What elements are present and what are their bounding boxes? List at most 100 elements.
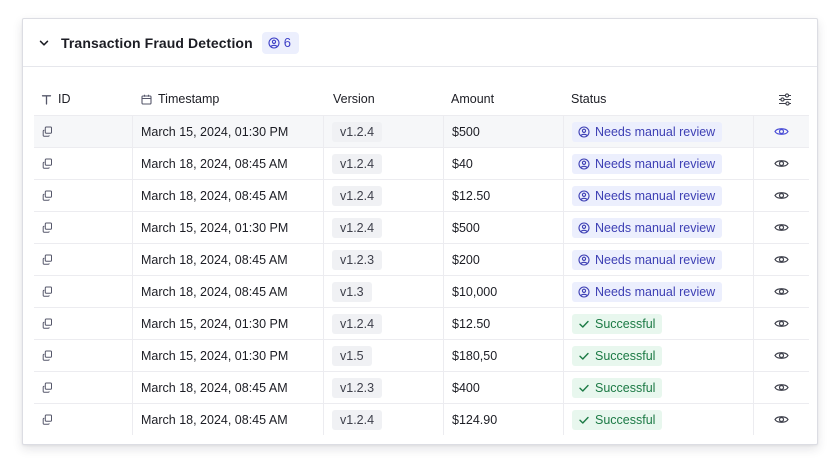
eye-icon[interactable]: [774, 286, 789, 297]
version-cell: v1.5: [324, 340, 444, 371]
table-row[interactable]: March 18, 2024, 08:45 AM v1.2.4 $12.50 Need…: [34, 179, 809, 211]
copy-icon[interactable]: [42, 254, 53, 265]
version-cell: v1.2.4: [324, 180, 444, 211]
status-cell: Needs manual review: [564, 116, 754, 147]
version-badge: v1.2.4: [332, 409, 383, 430]
status-label: Needs manual review: [595, 156, 716, 171]
action-cell: [754, 372, 809, 403]
amount-value: $40: [452, 156, 473, 171]
timestamp-cell: March 15, 2024, 01:30 PM: [133, 308, 324, 339]
column-header-status[interactable]: Status: [564, 83, 754, 115]
eye-icon[interactable]: [774, 318, 789, 329]
column-header-version[interactable]: Version: [324, 83, 444, 115]
status-badge: Needs manual review: [572, 281, 723, 302]
text-type-icon: [41, 94, 52, 105]
timestamp-value: March 18, 2024, 08:45 AM: [141, 412, 288, 427]
copy-icon[interactable]: [42, 126, 53, 137]
check-icon: [578, 382, 590, 394]
column-label-amount: Amount: [451, 92, 495, 106]
status-label: Needs manual review: [595, 124, 716, 139]
eye-icon[interactable]: [774, 254, 789, 265]
table-row[interactable]: March 18, 2024, 08:45 AM v1.2.3 $400 Succes…: [34, 371, 809, 403]
user-circle-icon: [578, 189, 590, 202]
table-row[interactable]: March 18, 2024, 08:45 AM v1.3 $10,000 Needs…: [34, 275, 809, 307]
status-cell: Successful: [564, 308, 754, 339]
status-label: Needs manual review: [595, 252, 716, 267]
timestamp-value: March 15, 2024, 01:30 PM: [141, 348, 289, 363]
check-icon: [578, 350, 590, 362]
action-cell: [754, 340, 809, 371]
status-badge: Needs manual review: [572, 153, 723, 174]
column-label-version: Version: [333, 92, 375, 106]
table-row[interactable]: March 15, 2024, 01:30 PM v1.2.4 $12.50 Succ…: [34, 307, 809, 339]
copy-icon[interactable]: [42, 318, 53, 329]
id-cell: [34, 340, 133, 371]
table-row[interactable]: March 18, 2024, 08:45 AM v1.2.4 $124.90 Suc…: [34, 403, 809, 435]
amount-value: $10,000: [452, 284, 498, 299]
version-cell: v1.2.4: [324, 212, 444, 243]
timestamp-cell: March 18, 2024, 08:45 AM: [133, 180, 324, 211]
status-cell: Successful: [564, 404, 754, 435]
id-cell: [34, 116, 133, 147]
timestamp-cell: March 15, 2024, 01:30 PM: [133, 340, 324, 371]
column-settings-button[interactable]: [754, 83, 809, 115]
copy-icon[interactable]: [42, 190, 53, 201]
copy-icon[interactable]: [42, 286, 53, 297]
timestamp-value: March 18, 2024, 08:45 AM: [141, 252, 288, 267]
user-circle-icon: [578, 221, 590, 234]
table-row[interactable]: March 18, 2024, 08:45 AM v1.2.3 $200 Needs …: [34, 243, 809, 275]
status-badge: Successful: [572, 377, 663, 398]
eye-icon[interactable]: [774, 158, 789, 169]
eye-icon[interactable]: [774, 190, 789, 201]
column-label-status: Status: [571, 92, 607, 106]
table-row[interactable]: March 15, 2024, 01:30 PM v1.2.4 $500 Needs …: [34, 211, 809, 243]
timestamp-cell: March 18, 2024, 08:45 AM: [133, 404, 324, 435]
eye-icon[interactable]: [774, 414, 789, 425]
copy-icon[interactable]: [42, 222, 53, 233]
sliders-icon: [778, 92, 792, 106]
version-badge: v1.2.3: [332, 377, 383, 398]
table-row[interactable]: March 15, 2024, 01:30 PM v1.2.4 $500 Needs …: [34, 115, 809, 147]
timestamp-cell: March 18, 2024, 08:45 AM: [133, 148, 324, 179]
version-badge: v1.5: [332, 345, 372, 366]
id-cell: [34, 372, 133, 403]
table-row[interactable]: March 18, 2024, 08:45 AM v1.2.4 $40 Needs m…: [34, 147, 809, 179]
action-cell: [754, 308, 809, 339]
action-cell: [754, 116, 809, 147]
timestamp-cell: March 15, 2024, 01:30 PM: [133, 116, 324, 147]
version-badge: v1.2.3: [332, 249, 383, 270]
column-header-timestamp[interactable]: Timestamp: [133, 83, 324, 115]
check-icon: [578, 318, 590, 330]
timestamp-cell: March 18, 2024, 08:45 AM: [133, 372, 324, 403]
column-header-id[interactable]: ID: [34, 83, 133, 115]
copy-icon[interactable]: [42, 350, 53, 361]
eye-icon[interactable]: [774, 126, 789, 137]
amount-cell: $500: [444, 212, 564, 243]
status-cell: Successful: [564, 372, 754, 403]
column-label-id: ID: [58, 92, 71, 106]
eye-icon[interactable]: [774, 350, 789, 361]
copy-icon[interactable]: [42, 414, 53, 425]
chevron-down-icon[interactable]: [37, 36, 51, 50]
copy-icon[interactable]: [42, 158, 53, 169]
transactions-table: ID Timestamp Version Amount Status March…: [34, 83, 809, 435]
amount-cell: $400: [444, 372, 564, 403]
eye-icon[interactable]: [774, 382, 789, 393]
count-badge: 6: [261, 31, 299, 54]
status-label: Needs manual review: [595, 220, 716, 235]
version-badge: v1.3: [332, 281, 372, 302]
status-cell: Needs manual review: [564, 148, 754, 179]
amount-cell: $500: [444, 116, 564, 147]
copy-icon[interactable]: [42, 382, 53, 393]
table-row[interactable]: March 15, 2024, 01:30 PM v1.5 $180,50 Succe…: [34, 339, 809, 371]
fraud-detection-panel: Transaction Fraud Detection 6 ID Timesta…: [22, 18, 818, 445]
timestamp-value: March 15, 2024, 01:30 PM: [141, 220, 289, 235]
table-body: March 15, 2024, 01:30 PM v1.2.4 $500 Needs …: [34, 115, 809, 435]
amount-cell: $12.50: [444, 180, 564, 211]
version-cell: v1.3: [324, 276, 444, 307]
eye-icon[interactable]: [774, 222, 789, 233]
amount-value: $124.90: [452, 412, 498, 427]
column-header-amount[interactable]: Amount: [444, 83, 564, 115]
timestamp-value: March 15, 2024, 01:30 PM: [141, 316, 289, 331]
status-badge: Successful: [572, 345, 663, 366]
